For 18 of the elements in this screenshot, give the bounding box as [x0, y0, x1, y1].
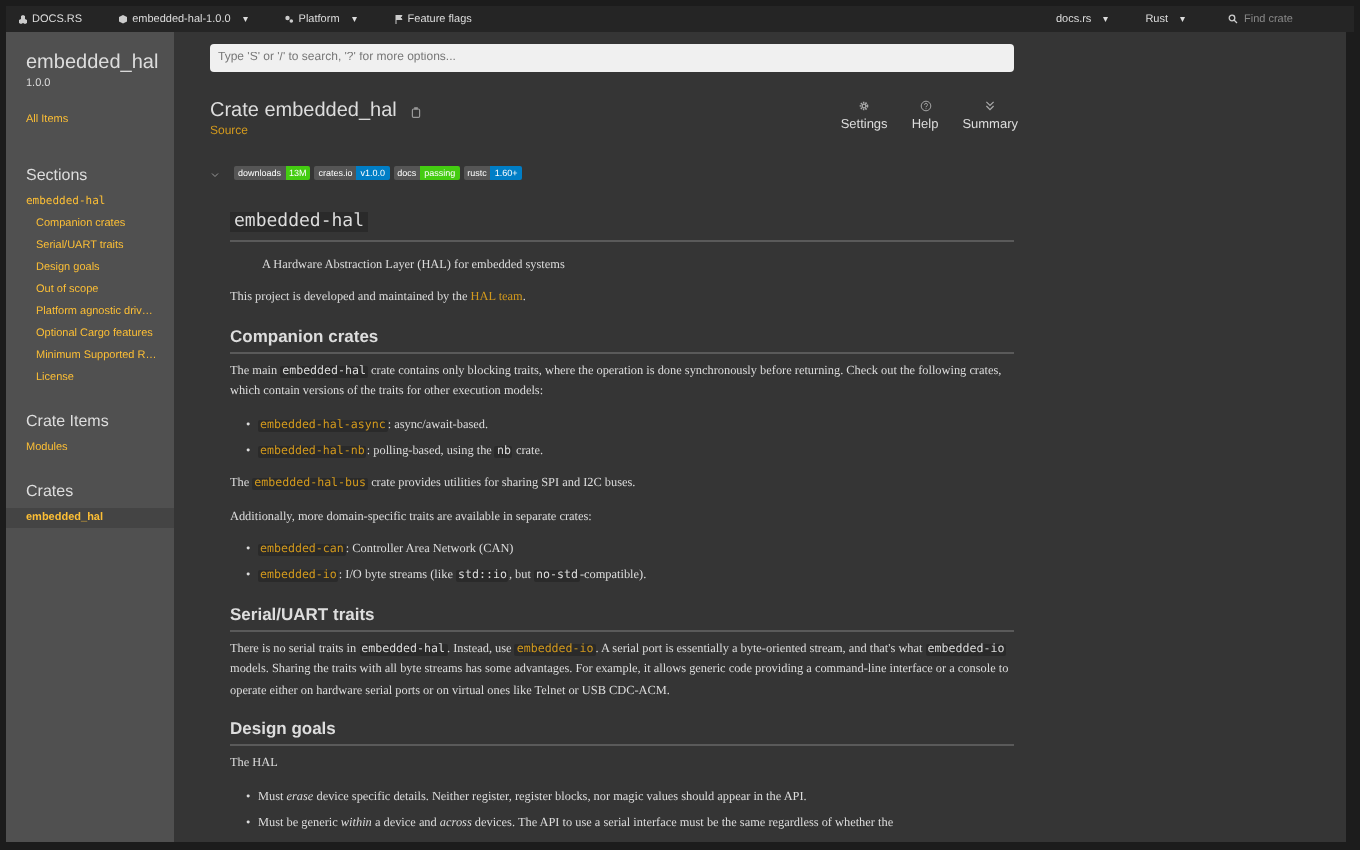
section-heading: Design goals: [230, 718, 336, 738]
help-icon: [919, 100, 931, 112]
section-heading: Companion crates: [230, 325, 379, 345]
double-chevron-icon: [984, 100, 997, 112]
crate-heading: embedded-hal: [230, 212, 369, 232]
cube-icon: [118, 14, 129, 24]
search-icon: [1228, 14, 1238, 24]
copy-icon[interactable]: [410, 105, 423, 117]
crate-name-link[interactable]: embedded_hal: [6, 52, 174, 74]
flag-icon: [393, 14, 404, 24]
section-heading: Serial/UART traits: [230, 603, 375, 623]
gears-icon: [284, 14, 295, 24]
sidebar-heading: Sections: [24, 164, 90, 188]
sidebar-heading: Crate Items: [24, 410, 111, 434]
sidebar-heading: Crates: [24, 480, 76, 504]
settings-icon: [858, 100, 871, 112]
cubes-icon: [18, 14, 28, 24]
crate-title: Crate embedded_hal: [210, 100, 397, 122]
